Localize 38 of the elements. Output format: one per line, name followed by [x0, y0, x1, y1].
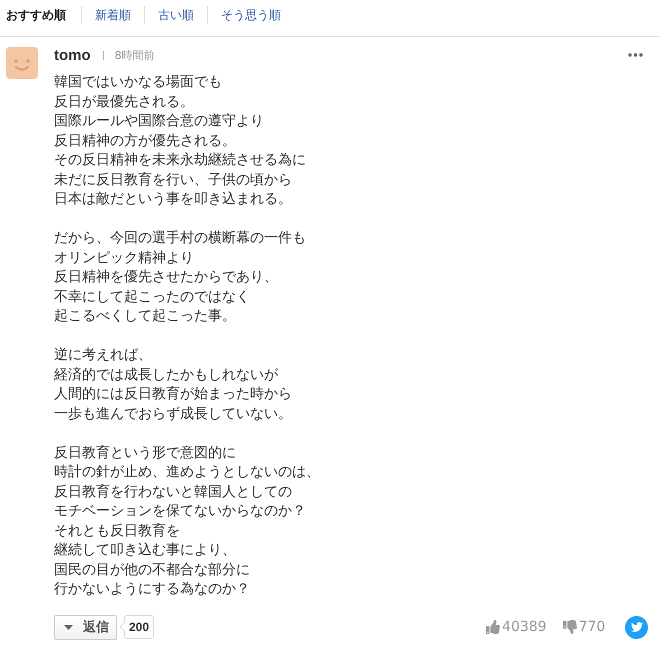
reply-count: 200 — [119, 615, 154, 639]
thumbs-up-icon — [486, 620, 500, 634]
comment-line: 反日精神の方が優先される。 — [54, 132, 236, 150]
reply-button[interactable]: 返信 — [54, 614, 117, 640]
comment-line: 継続して叩き込む事により、 — [54, 541, 236, 560]
sort-tab[interactable]: おすすめ順 — [0, 7, 81, 23]
comment-line: 時計の針が止め、進めようとしないのは、 — [54, 463, 320, 482]
comment-line: 反日が最優先される。 — [54, 92, 194, 112]
more-icon[interactable] — [628, 53, 644, 57]
bird-share-icon[interactable] — [625, 616, 648, 638]
comment-line: 一歩も進んでおらず成長していない。 — [54, 404, 292, 424]
comment-line: 人間的には反日教育が始まった時から — [54, 385, 292, 404]
caret-icon — [64, 624, 73, 630]
comment-line: 起こるべくして起こった事。 — [54, 307, 236, 326]
comment-line: 国際ルールや国際合意の遵守より — [54, 112, 264, 131]
comment-line: 反日精神を優先させたからであり、 — [54, 268, 278, 287]
comment-line: オリンピック精神より — [54, 248, 194, 268]
comment-line: 行かないようにする為なのか？ — [54, 580, 250, 599]
comment-line: 未だに反日教育を行い、子供の頃から — [54, 170, 292, 190]
comment-line: モチベーションを保てないからなのか？ — [54, 502, 306, 521]
comment-line: 経済的では成長したかもしれないが — [54, 366, 278, 384]
comment-line: 韓国ではいかなる場面でも — [54, 73, 222, 92]
sort-tab[interactable]: 古い順 — [145, 7, 207, 23]
comment-line: 国民の目が他の不都合な部分に — [54, 560, 250, 580]
comment-line: それとも反日教育を — [54, 522, 180, 540]
comment-line: だから、今回の選手村の横断幕の一件も — [54, 229, 306, 248]
comment-line: 逆に考えれば、 — [54, 346, 152, 365]
thumbs-down-icon — [562, 620, 577, 634]
comment-line: 反日教育という形で意図的に — [54, 444, 236, 462]
comment-line: 不幸にして起こったのではなく — [54, 288, 250, 306]
smiley-avatar-icon — [6, 47, 38, 79]
comment-line: 日本は敵だという事を叩き込まれる。 — [54, 190, 292, 209]
post-time: 8時間前 — [114, 48, 155, 62]
sort-tab[interactable]: 新着順 — [82, 7, 144, 23]
comment-line: その反日精神を未来永劫継続させる為に — [54, 151, 306, 170]
author-name[interactable]: tomo — [54, 46, 91, 64]
comment-line: 反日教育を行わないと韓国人としての — [54, 482, 292, 502]
sort-tab[interactable]: そう思う順 — [208, 7, 294, 23]
